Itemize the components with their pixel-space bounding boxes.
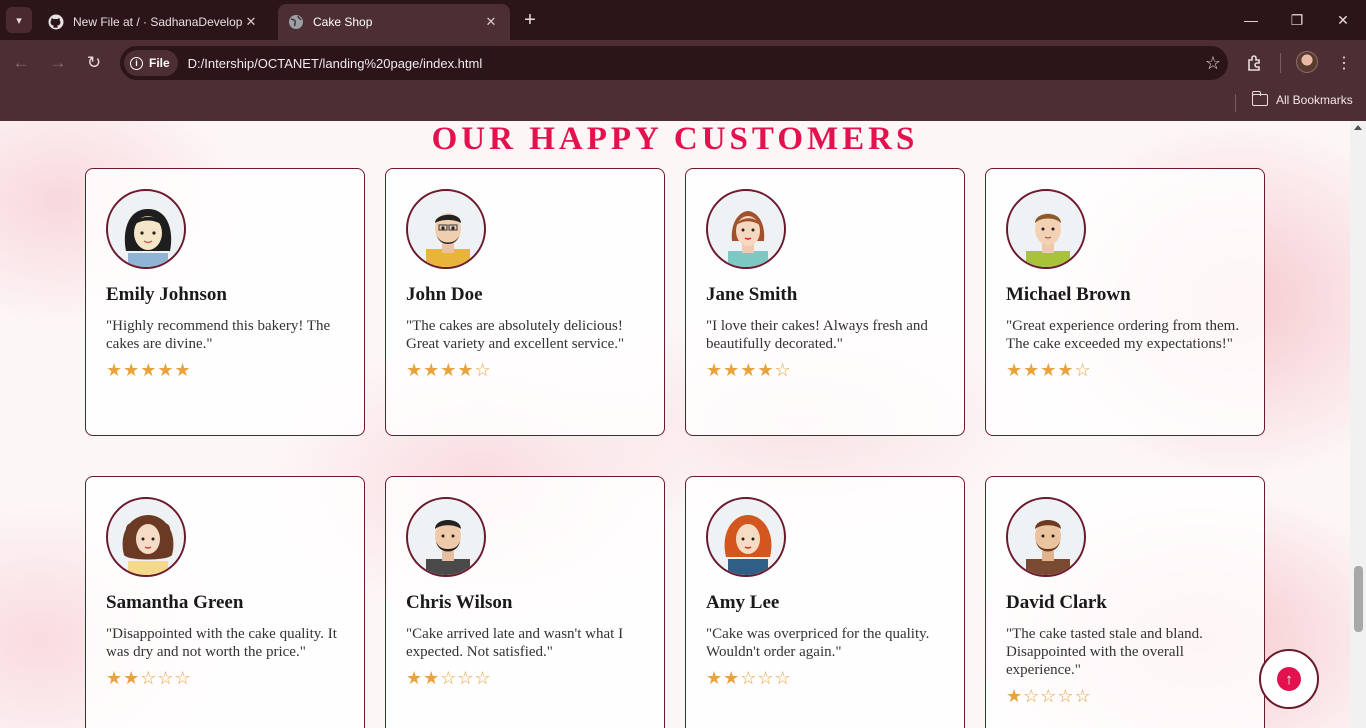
customer-quote: "Cake was overpriced for the quality. Wo… bbox=[706, 626, 930, 660]
testimonial-card: Emily Johnson "Highly recommend this bak… bbox=[85, 168, 365, 436]
rating-stars: ★★☆☆☆ bbox=[106, 668, 192, 688]
testimonial-card: Michael Brown "Great experience ordering… bbox=[985, 168, 1265, 436]
testimonial-card: David Clark "The cake tasted stale and b… bbox=[985, 476, 1265, 728]
restore-icon[interactable]: ❐ bbox=[1274, 0, 1320, 40]
tab-strip: ▾ New File at / · SadhanaDevelop ✕ Cake … bbox=[0, 0, 1366, 40]
customer-avatar bbox=[706, 497, 786, 577]
site-info-chip[interactable]: i File bbox=[124, 50, 178, 76]
customer-name: John Doe bbox=[406, 284, 483, 305]
customer-quote: "Cake arrived late and wasn't what I exp… bbox=[406, 626, 624, 660]
customer-name: Amy Lee bbox=[706, 592, 780, 613]
customer-name: Samantha Green bbox=[106, 592, 244, 613]
tab-github[interactable]: New File at / · SadhanaDevelop ✕ bbox=[38, 4, 270, 40]
rating-stars: ★★☆☆☆ bbox=[706, 668, 792, 688]
url-text[interactable]: D:/Intership/OCTANET/landing%20page/inde… bbox=[188, 56, 1198, 71]
testimonial-card: Chris Wilson "Cake arrived late and wasn… bbox=[385, 476, 665, 728]
info-icon: i bbox=[130, 56, 143, 70]
rating-stars: ★☆☆☆☆ bbox=[1006, 686, 1092, 706]
testimonial-card: John Doe "The cakes are absolutely delic… bbox=[385, 168, 665, 436]
bookmark-star-icon[interactable]: ☆ bbox=[1198, 53, 1228, 74]
tab-search-button[interactable]: ▾ bbox=[6, 7, 32, 33]
new-tab-button[interactable]: + bbox=[518, 9, 542, 33]
customer-name: David Clark bbox=[1006, 592, 1107, 613]
rating-stars: ★★★★★ bbox=[106, 360, 192, 380]
customer-avatar bbox=[1006, 189, 1086, 269]
bookmarks-bar: All Bookmarks bbox=[0, 86, 1366, 121]
tab-cake-shop[interactable]: Cake Shop ✕ bbox=[278, 4, 510, 40]
customer-quote: "The cake tasted stale and bland. Disapp… bbox=[1006, 626, 1203, 678]
rating-stars: ★★★★☆ bbox=[1006, 360, 1092, 380]
customer-name: Chris Wilson bbox=[406, 592, 513, 613]
scrollbar-thumb[interactable] bbox=[1354, 566, 1363, 632]
customer-avatar bbox=[1006, 497, 1086, 577]
scroll-to-top-button[interactable]: ↑ bbox=[1259, 649, 1319, 709]
page-viewport: OUR HAPPY CUSTOMERS Emily Johnson "Highl… bbox=[0, 121, 1350, 728]
close-tab-icon[interactable]: ✕ bbox=[242, 14, 260, 30]
customer-name: Emily Johnson bbox=[106, 284, 227, 305]
tab-title: New File at / · SadhanaDevelop bbox=[73, 15, 242, 29]
folder-icon bbox=[1251, 91, 1268, 106]
scroll-up-arrow-icon[interactable] bbox=[1354, 125, 1362, 130]
customer-quote: "Highly recommend this bakery! The cakes… bbox=[106, 318, 331, 352]
testimonial-card: Amy Lee "Cake was overpriced for the qua… bbox=[685, 476, 965, 728]
customer-quote: "The cakes are absolutely delicious! Gre… bbox=[406, 318, 625, 352]
page-scrollbar[interactable] bbox=[1350, 121, 1366, 728]
minimize-icon[interactable]: — bbox=[1228, 0, 1274, 40]
customer-avatar bbox=[106, 189, 186, 269]
globe-icon bbox=[288, 14, 304, 30]
arrow-up-icon: ↑ bbox=[1277, 667, 1301, 691]
github-icon bbox=[48, 14, 64, 30]
customer-avatar bbox=[406, 189, 486, 269]
address-bar[interactable]: i File D:/Intership/OCTANET/landing%20pa… bbox=[120, 46, 1228, 80]
customer-name: Jane Smith bbox=[706, 284, 798, 305]
all-bookmarks-label: All Bookmarks bbox=[1276, 93, 1353, 107]
extensions-icon[interactable] bbox=[1242, 50, 1268, 76]
rating-stars: ★★★★☆ bbox=[706, 360, 792, 380]
reload-icon[interactable]: ↻ bbox=[81, 50, 107, 76]
close-window-icon[interactable]: ✕ bbox=[1320, 0, 1366, 40]
toolbar-divider bbox=[1280, 53, 1281, 73]
close-tab-icon[interactable]: ✕ bbox=[482, 14, 500, 30]
profile-avatar[interactable] bbox=[1296, 51, 1318, 73]
rating-stars: ★★☆☆☆ bbox=[406, 668, 492, 688]
bookmarks-divider bbox=[1235, 94, 1236, 112]
customer-avatar bbox=[706, 189, 786, 269]
customer-avatar bbox=[106, 497, 186, 577]
site-info-label: File bbox=[149, 56, 170, 70]
testimonial-card: Jane Smith "I love their cakes! Always f… bbox=[685, 168, 965, 436]
back-icon[interactable]: ← bbox=[8, 50, 34, 76]
more-menu-icon[interactable]: ⋮ bbox=[1331, 50, 1357, 76]
browser-toolbar: ← → ↻ i File D:/Intership/OCTANET/landin… bbox=[0, 40, 1366, 86]
all-bookmarks-button[interactable]: All Bookmarks bbox=[1251, 91, 1353, 107]
customer-quote: "Disappointed with the cake quality. It … bbox=[106, 626, 337, 660]
customer-quote: "Great experience ordering from them. Th… bbox=[1006, 318, 1240, 352]
customer-avatar bbox=[406, 497, 486, 577]
forward-icon[interactable]: → bbox=[45, 50, 71, 76]
rating-stars: ★★★★☆ bbox=[406, 360, 492, 380]
testimonial-card: Samantha Green "Disappointed with the ca… bbox=[85, 476, 365, 728]
section-title: OUR HAPPY CUSTOMERS bbox=[431, 121, 919, 157]
customer-quote: "I love their cakes! Always fresh and be… bbox=[706, 318, 928, 352]
customer-name: Michael Brown bbox=[1006, 284, 1131, 305]
tab-title: Cake Shop bbox=[313, 15, 373, 29]
